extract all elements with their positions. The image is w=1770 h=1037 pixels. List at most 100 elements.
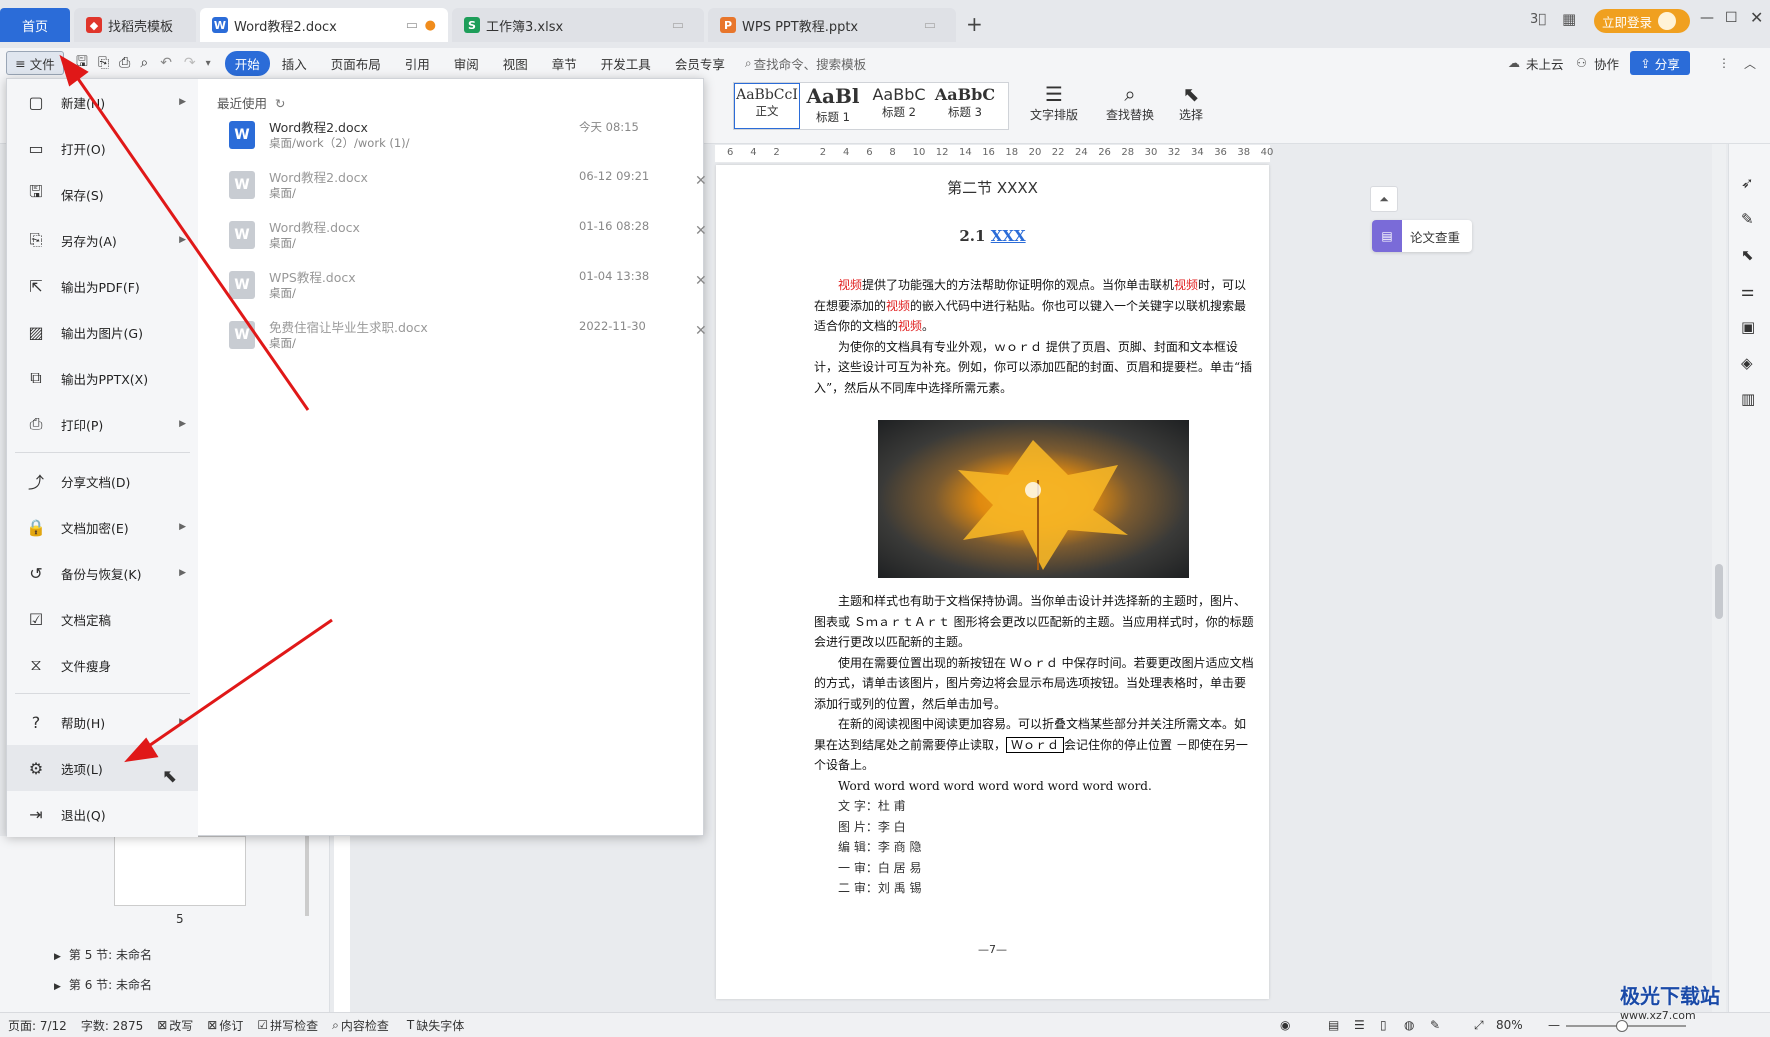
style-h2[interactable]: AaBbC 标题 2 — [866, 83, 932, 129]
status-track[interactable]: 修订 — [219, 1017, 243, 1034]
book-icon[interactable]: ▥ — [1741, 390, 1755, 408]
tab-pptx[interactable]: P WPS PPT教程.pptx ▭ — [708, 8, 956, 42]
document-scrollbar[interactable] — [1712, 144, 1726, 1012]
undo-icon[interactable]: ↶ — [160, 55, 172, 71]
recent-file-item[interactable]: W Word教程2.docx 桌面/work（2）/work (1)/ 今天 08:1… — [217, 113, 707, 163]
tab-insert[interactable]: 插入 — [270, 54, 319, 73]
maple-leaf-image[interactable] — [878, 420, 1189, 578]
recent-file-item[interactable]: W Word教程.docx 桌面/01-16 08:28 ✕ — [217, 213, 707, 263]
tab-start[interactable]: 开始 — [224, 50, 270, 76]
status-missing-font[interactable]: 缺失字体 — [416, 1017, 464, 1034]
file-menu-item-share[interactable]: ⤴ 分享文档(D) — [7, 458, 198, 504]
refresh-icon[interactable]: ↻ — [275, 96, 285, 111]
preview-icon[interactable]: ⌕ — [140, 55, 148, 71]
compass-icon[interactable]: ◈ — [1741, 354, 1753, 372]
export-icon[interactable]: ⎘ — [98, 55, 109, 71]
paper-check-button[interactable]: ▤ 论文查重 — [1372, 220, 1472, 252]
sliders-icon[interactable]: ⚌ — [1741, 282, 1754, 300]
zoom-slider[interactable] — [1566, 1020, 1686, 1032]
redo-icon[interactable]: ↷ — [184, 55, 196, 71]
pen-icon[interactable]: ✎ — [1741, 210, 1754, 228]
eye-icon[interactable]: ◉ — [1280, 1018, 1290, 1032]
p1-text: 。 — [922, 319, 935, 333]
tab-xlsx[interactable]: S 工作簿3.xlsx ▭ — [452, 8, 704, 42]
nav-section-5[interactable]: ▶ 第 5 节: 未命名 — [54, 946, 152, 963]
status-words[interactable]: 字数: 2875 — [81, 1017, 143, 1034]
collapse-panel-button[interactable]: ⏶ — [1370, 186, 1398, 212]
status-spell[interactable]: 拼写检查 — [270, 1017, 318, 1034]
status-overwrite[interactable]: 改写 — [169, 1017, 193, 1034]
file-menu-item-slim[interactable]: ⧖ 文件瘦身 — [7, 642, 198, 688]
remove-recent-icon[interactable]: ✕ — [695, 173, 707, 189]
pointer-icon[interactable]: ⬉ — [1741, 246, 1754, 264]
save-icon[interactable]: 🖫 — [76, 51, 88, 75]
remove-recent-icon[interactable]: ✕ — [695, 323, 707, 339]
status-content[interactable]: 内容检查 — [341, 1017, 389, 1034]
text-layout-button[interactable]: ☰ 文字排版 — [1024, 82, 1084, 123]
zoom-out-icon[interactable]: — — [1548, 1018, 1560, 1032]
tab-template[interactable]: ◆ 找稻壳模板 — [74, 8, 196, 42]
tab-home[interactable]: 首页 — [0, 8, 70, 42]
nav-scrollbar[interactable] — [305, 836, 309, 916]
web-view-icon[interactable]: ◍ — [1404, 1018, 1414, 1032]
grid-icon[interactable]: ▦ — [1562, 10, 1576, 28]
status-page[interactable]: 页面: 7/12 — [8, 1017, 67, 1034]
tab-view[interactable]: 视图 — [491, 54, 540, 73]
file-menu-item-lock[interactable]: 🔒 文档加密(E) ▶ — [7, 504, 198, 550]
fit-icon[interactable]: ⤢ — [1474, 1018, 1484, 1033]
file-menu-item-help[interactable]: ? 帮助(H) ▶ — [7, 699, 198, 745]
print-icon[interactable]: ⎙ — [119, 55, 130, 71]
tab-devtools[interactable]: 开发工具 — [589, 54, 663, 73]
share-icon: ⇪ — [1640, 55, 1651, 71]
maximize-button[interactable]: ☐ — [1725, 10, 1738, 26]
tab-word-doc[interactable]: W Word教程2.docx ▭ ● — [200, 8, 448, 42]
recent-file-item[interactable]: W WPS教程.docx 桌面/01-04 13:38 ✕ — [217, 263, 707, 313]
collab-button[interactable]: 协作 — [1594, 54, 1619, 73]
unsaved-dot-icon: ● — [424, 17, 436, 33]
file-menu-item-exit[interactable]: ⇥ 退出(Q) — [7, 791, 198, 837]
remove-recent-icon[interactable]: ✕ — [695, 273, 707, 289]
outline-view-icon[interactable]: ☰ — [1354, 1018, 1365, 1032]
recent-file-item[interactable]: W Word教程2.docx 桌面/06-12 09:21 ✕ — [217, 163, 707, 213]
command-search[interactable]: 查找命令、搜索模板 — [754, 54, 867, 73]
file-menu-item-print[interactable]: ⎙ 打印(P) ▶ — [7, 401, 198, 447]
cloud-status[interactable]: 未上云 — [1526, 54, 1564, 73]
recent-file-item[interactable]: W 免费住宿让毕业生求职.docx 桌面/2022-11-30 ✕ — [217, 313, 707, 363]
layout-3d-icon[interactable]: 3⃞ — [1530, 12, 1546, 27]
minimize-button[interactable]: — — [1700, 10, 1714, 26]
tab-member[interactable]: 会员专享 — [663, 54, 737, 73]
style-h3[interactable]: AaBbC 标题 3 — [932, 83, 998, 129]
tab-reference[interactable]: 引用 — [393, 54, 442, 73]
more-icon[interactable]: ⋮ — [1718, 56, 1730, 70]
chevron-down-icon[interactable]: ▾ — [206, 58, 211, 69]
scroll-thumb[interactable] — [1715, 564, 1723, 619]
new-tab-button[interactable]: + — [966, 12, 983, 36]
heading-link[interactable]: XXX — [991, 227, 1026, 245]
collapse-ribbon-icon[interactable]: ︿ — [1744, 55, 1756, 72]
style-h1[interactable]: AaBl 标题 1 — [800, 83, 866, 129]
pen-view-icon[interactable]: ✎ — [1430, 1018, 1440, 1032]
page-view-icon[interactable]: ▤ — [1328, 1018, 1339, 1032]
tab-layout[interactable]: 页面布局 — [319, 54, 393, 73]
remove-recent-icon[interactable]: ✕ — [695, 223, 707, 239]
nav-section-6[interactable]: ▶ 第 6 节: 未命名 — [54, 976, 152, 993]
tab-review[interactable]: 审阅 — [442, 54, 491, 73]
share-button[interactable]: ⇪ 分享 — [1630, 51, 1690, 75]
read-view-icon[interactable]: ▯ — [1380, 1018, 1387, 1032]
tab-chapter[interactable]: 章节 — [540, 54, 589, 73]
find-replace-button[interactable]: ⌕ 查找替换 — [1100, 82, 1160, 123]
close-button[interactable]: ✕ — [1750, 8, 1763, 27]
menu-divider — [15, 452, 190, 453]
rocket-icon[interactable]: ➶ — [1741, 174, 1754, 192]
style-normal[interactable]: AaBbCcI 正文 — [734, 83, 800, 129]
select-button[interactable]: ⬉ 选择 — [1166, 82, 1216, 123]
file-menu-button[interactable]: ≡ 文件 — [6, 51, 64, 75]
file-menu-item-backup[interactable]: ↺ 备份与恢复(K) ▶ — [7, 550, 198, 596]
document-page[interactable]: 第二节 XXXX 2.1 XXX 视频提供了功能强大的方法帮助你证明你的观点。当… — [716, 165, 1269, 999]
page-thumbnail[interactable] — [114, 836, 246, 906]
login-button[interactable]: 立即登录 — [1594, 9, 1690, 33]
file-menu-item-finalize[interactable]: ☑ 文档定稿 — [7, 596, 198, 642]
photo-icon[interactable]: ▣ — [1741, 318, 1755, 336]
file-menu-label: 文件瘦身 — [61, 658, 112, 674]
zoom-level[interactable]: 80% — [1496, 1018, 1523, 1032]
